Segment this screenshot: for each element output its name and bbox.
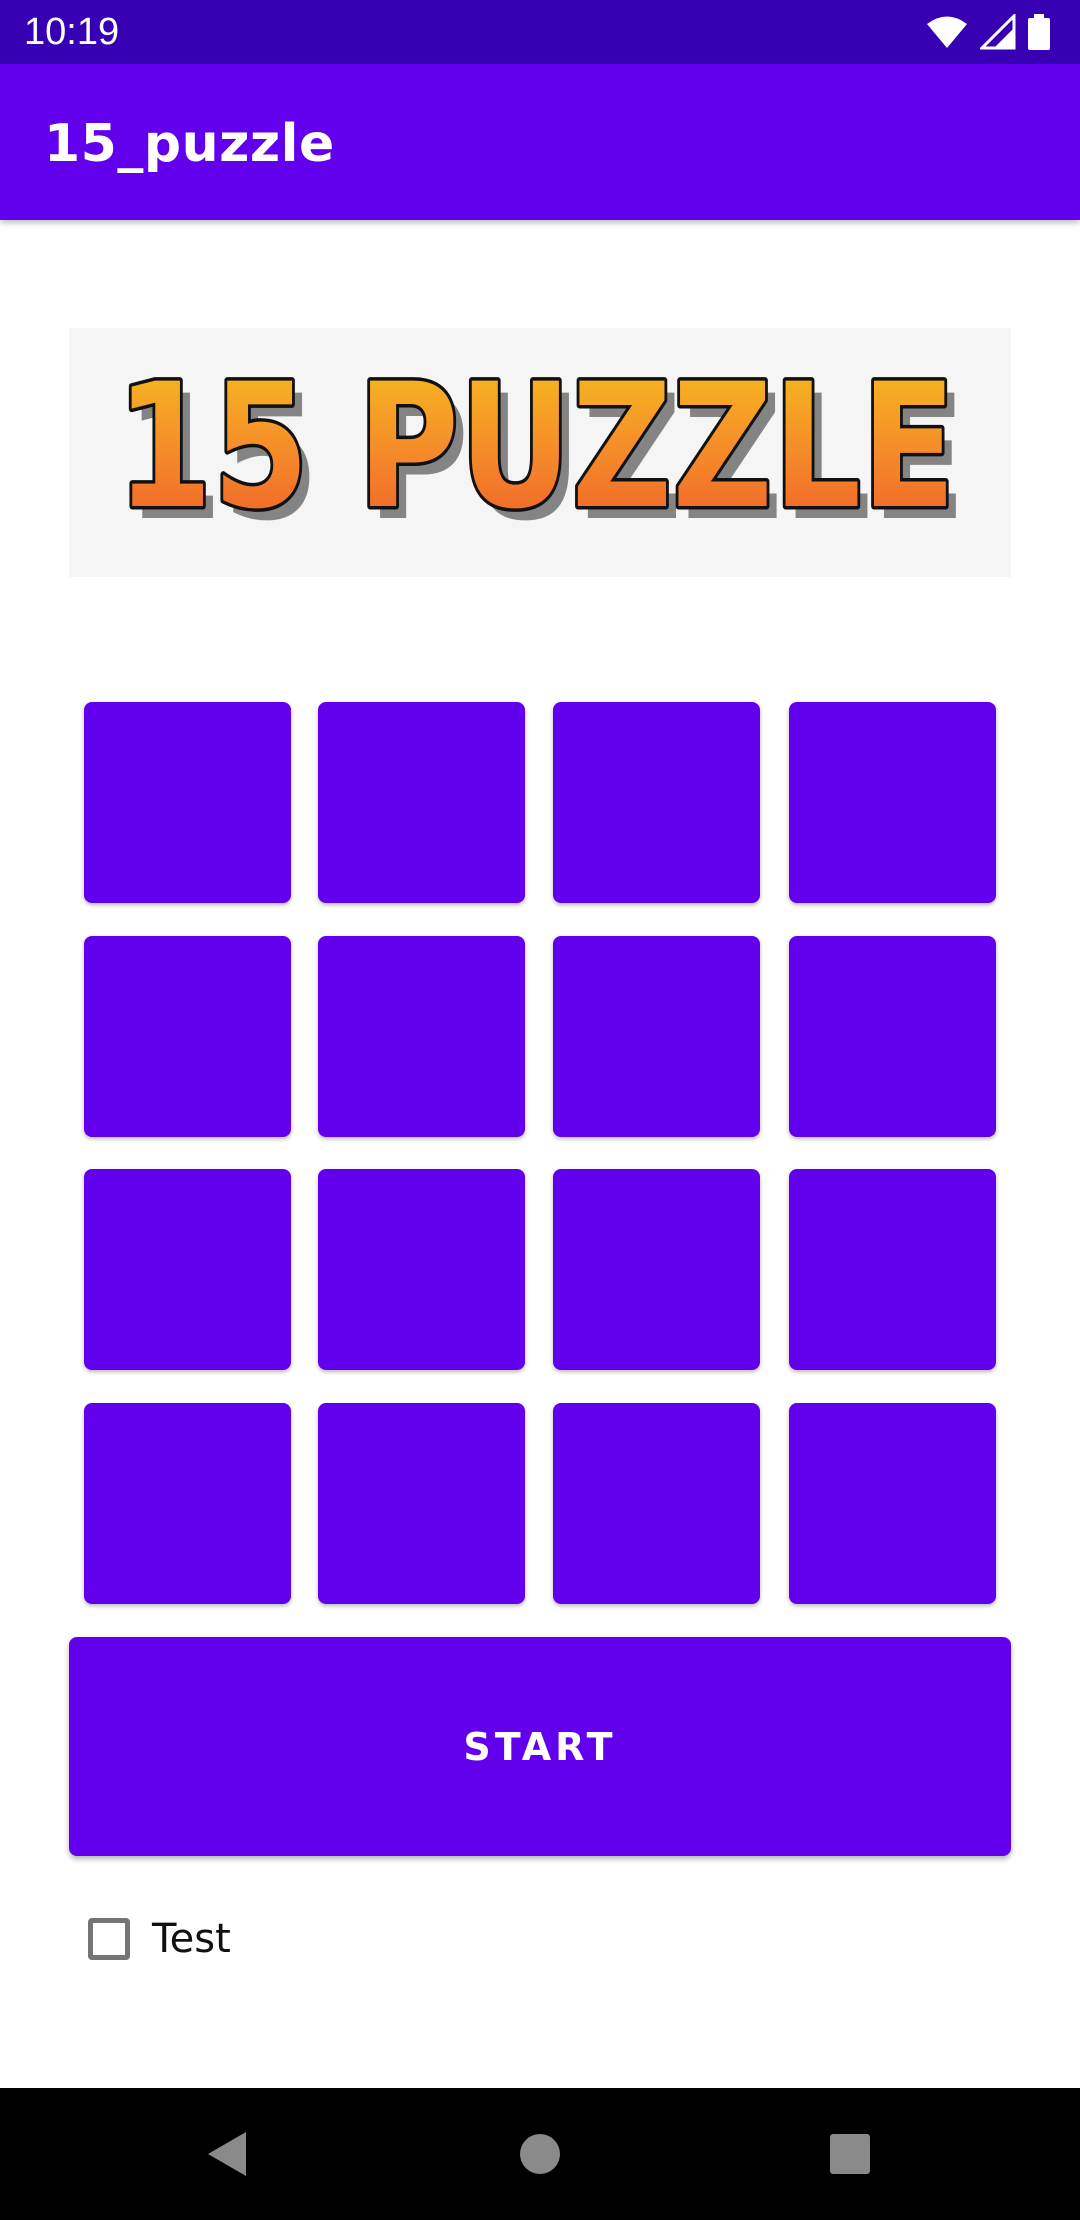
- puzzle-tile-11[interactable]: [553, 1169, 760, 1370]
- puzzle-tile-3[interactable]: [553, 702, 760, 903]
- tile-label: [318, 702, 525, 903]
- puzzle-tile-7[interactable]: [553, 936, 760, 1137]
- tile-label: [553, 702, 760, 903]
- puzzle-tile-15[interactable]: [553, 1403, 760, 1604]
- tile-label: [789, 1403, 996, 1604]
- puzzle-tile-10[interactable]: [318, 1169, 525, 1370]
- tile-label: [553, 936, 760, 1137]
- cell-signal-icon: [980, 14, 1016, 50]
- app-bar: 15_puzzle: [0, 64, 1080, 220]
- puzzle-tile-16[interactable]: [789, 1403, 996, 1604]
- tile-label: [553, 1403, 760, 1604]
- app-title: 15_puzzle: [44, 114, 335, 174]
- puzzle-logo-image: 15 PUZZLE 15 PUZZLE: [69, 328, 1011, 577]
- tile-label: [318, 1403, 525, 1604]
- puzzle-tile-14[interactable]: [318, 1403, 525, 1604]
- svg-text:15 PUZZLE: 15 PUZZLE: [116, 346, 956, 547]
- puzzle-tile-9[interactable]: [84, 1169, 291, 1370]
- screen: 10:19 15_puzzle 15 PUZZLE 15 PUZZLE STAR…: [0, 0, 1080, 2220]
- puzzle-tile-4[interactable]: [789, 702, 996, 903]
- tile-label: [789, 702, 996, 903]
- home-icon[interactable]: [504, 2118, 576, 2190]
- tile-label: [84, 1169, 291, 1370]
- status-bar: 10:19: [0, 0, 1080, 64]
- tile-label: [553, 1169, 760, 1370]
- tile-label: [84, 936, 291, 1137]
- recents-icon[interactable]: [814, 2118, 886, 2190]
- tile-label: [84, 702, 291, 903]
- start-button-label: START: [463, 1724, 617, 1769]
- puzzle-tile-1[interactable]: [84, 702, 291, 903]
- checkbox-box[interactable]: [88, 1918, 130, 1960]
- tile-label: [318, 1169, 525, 1370]
- status-time: 10:19: [24, 11, 120, 53]
- tile-label: [789, 936, 996, 1137]
- battery-icon: [1028, 14, 1050, 50]
- puzzle-tile-12[interactable]: [789, 1169, 996, 1370]
- start-button[interactable]: START: [69, 1637, 1011, 1856]
- wifi-icon: [926, 15, 968, 49]
- test-checkbox-label: Test: [152, 1916, 231, 1962]
- tile-label: [84, 1403, 291, 1604]
- puzzle-tile-8[interactable]: [789, 936, 996, 1137]
- status-icons: [926, 14, 1050, 50]
- navigation-bar: [0, 2088, 1080, 2220]
- tile-label: [318, 936, 525, 1137]
- tile-label: [789, 1169, 996, 1370]
- back-icon[interactable]: [190, 2118, 262, 2190]
- puzzle-tile-6[interactable]: [318, 936, 525, 1137]
- test-checkbox[interactable]: Test: [88, 1914, 231, 1964]
- puzzle-tile-2[interactable]: [318, 702, 525, 903]
- puzzle-tile-13[interactable]: [84, 1403, 291, 1604]
- puzzle-tile-5[interactable]: [84, 936, 291, 1137]
